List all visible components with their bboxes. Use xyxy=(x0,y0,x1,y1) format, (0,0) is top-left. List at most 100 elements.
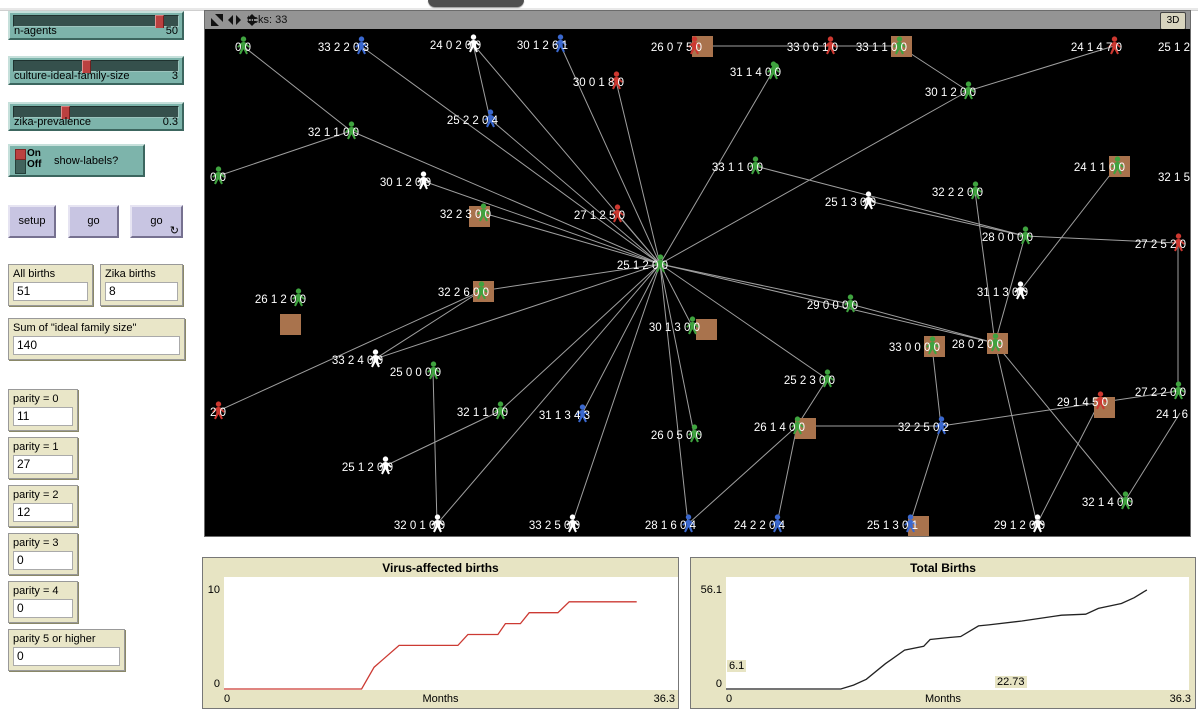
monitor-value: 8 xyxy=(105,282,178,301)
monitor-parity-2: parity = 2 12 xyxy=(8,485,78,527)
y-axis-max: 56.1 xyxy=(691,584,722,596)
plot-total-births: Total Births 56.1 0 6.1 22.73 0 Months 3… xyxy=(690,557,1196,709)
world-canvas[interactable]: 0 0 33 2 2 0 3 24 0 2 0 0 30 1 2 6 1 26 0 7 … xyxy=(205,29,1190,536)
plot-line xyxy=(726,590,1147,689)
agent-label: 31 1 3 4 3 xyxy=(539,410,590,422)
agent-label: 33 2 5 0 0 xyxy=(529,520,580,532)
agent-label: 29 0 0 0 0 xyxy=(807,300,858,312)
link-line xyxy=(660,264,694,434)
monitor-value: 140 xyxy=(13,336,180,355)
monitor-value: 11 xyxy=(13,407,73,426)
switch-knob[interactable] xyxy=(15,149,26,160)
link-line xyxy=(660,91,968,264)
agent-label: 33 0 0 0 0 xyxy=(889,342,940,354)
forever-icon: ↻ xyxy=(170,226,179,237)
plot-virus-affected-births: Virus-affected births 10 0 0 Months 36.3 xyxy=(202,557,679,709)
agent-label: 30 1 2 6 1 xyxy=(517,40,568,52)
monitor-value: 0 xyxy=(13,599,73,618)
agent-label: 29 1 4 5 0 xyxy=(1057,397,1108,409)
monitor-value: 0 xyxy=(13,647,120,666)
link-line xyxy=(385,411,500,466)
monitor-sum-ideal-family-size: Sum of "ideal family size" 140 xyxy=(8,318,185,360)
agent-label: 32 2 6 0 0 xyxy=(438,287,489,299)
agent-label: 28 1 6 0 4 xyxy=(645,520,696,532)
agent-label: 26 0 5 0 0 xyxy=(651,430,702,442)
agent-label: 31 1 4 0 0 xyxy=(730,67,781,79)
agent-label: 26 0 7 5 0 xyxy=(651,42,702,54)
link-line xyxy=(490,119,660,264)
horizontal-shift-icon[interactable] xyxy=(228,14,241,26)
monitor-value: 27 xyxy=(13,455,73,474)
house-icon xyxy=(280,314,301,335)
monitor-value: 12 xyxy=(13,503,73,522)
view-control-strip: ticks: 33 3D xyxy=(205,11,1190,29)
agent-label: 24 1 4 7 0 xyxy=(1071,42,1122,54)
plot-area xyxy=(224,577,678,690)
agent-label: 27 1 2 5 0 xyxy=(574,210,625,222)
link-line xyxy=(243,46,351,131)
resize-view-icon[interactable] xyxy=(211,14,223,26)
3d-button[interactable]: 3D xyxy=(1160,12,1186,30)
agent-label: 32 0 1 0 0 xyxy=(394,520,445,532)
monitor-parity-1: parity = 1 27 xyxy=(8,437,78,479)
agent-label: 27 2 2 0 0 xyxy=(1135,387,1186,399)
agent-label: 24 0 2 0 0 xyxy=(430,40,481,52)
monitor-zika-births: Zika births 8 xyxy=(100,264,183,306)
agent-label: 30 1 2 0 0 xyxy=(380,177,431,189)
link-line xyxy=(995,343,1037,524)
agent-label: 27 2 5 2 0 xyxy=(1135,239,1186,251)
link-line xyxy=(375,264,660,359)
link-line xyxy=(688,426,797,524)
setup-button[interactable]: setup xyxy=(8,205,56,238)
link-line xyxy=(437,264,660,524)
switch-off-label: Off xyxy=(27,159,41,170)
agent-label: 24 1 6 xyxy=(1156,409,1188,421)
link-line xyxy=(660,264,688,524)
plot-annotation: 22.73 xyxy=(995,676,1027,688)
monitor-parity-3: parity = 3 0 xyxy=(8,533,78,575)
agent-label: 28 0 0 0 0 xyxy=(982,232,1033,244)
y-axis-max: 10 xyxy=(203,584,220,596)
slider-label: zika-prevalence xyxy=(14,116,91,128)
slider-zika-prevalence[interactable]: zika-prevalence 0.3 xyxy=(8,102,184,131)
x-axis-max: 36.3 xyxy=(1170,693,1191,705)
window-tab-handle xyxy=(428,0,524,7)
slider-value: 50 xyxy=(166,25,178,37)
agent-label: 25 0 0 0 0 xyxy=(390,367,441,379)
link-line xyxy=(868,201,1025,236)
agent-label: 25 1 3 0 1 xyxy=(867,520,918,532)
agent-label: 33 2 2 0 3 xyxy=(318,42,369,54)
agent-label: 30 1 3 0 0 xyxy=(649,322,700,334)
agent-label: 32 1 4 0 0 xyxy=(1082,497,1133,509)
switch-show-labels[interactable]: On Off show-labels? xyxy=(8,144,145,177)
agent-label: 24 1 1 0 0 xyxy=(1074,162,1125,174)
agent-label: 32 2 3 0 0 xyxy=(440,209,491,221)
agent-label: 32 2 5 0 2 xyxy=(898,422,949,434)
agent-label: 33 0 6 1 0 xyxy=(787,42,838,54)
plot-title: Virus-affected births xyxy=(203,561,678,575)
agent-label: 30 0 1 8 0 xyxy=(573,77,624,89)
slider-value: 0.3 xyxy=(163,116,178,128)
slider-n-agents[interactable]: n-agents 50 xyxy=(8,11,184,40)
x-axis-label: Months xyxy=(691,693,1195,705)
agent-label: 25 1 3 0 0 xyxy=(825,197,876,209)
link-line xyxy=(975,191,995,343)
slider-label: n-agents xyxy=(14,25,57,37)
go-forever-button[interactable]: go ↻ xyxy=(130,205,183,238)
go-once-button[interactable]: go xyxy=(68,205,119,238)
plot-title: Total Births xyxy=(691,561,1195,575)
agent-label: 29 1 2 0 0 xyxy=(994,520,1045,532)
link-line xyxy=(433,371,437,524)
agent-label: 0 0 xyxy=(235,42,251,54)
agent-label: 28 0 2 0 0 xyxy=(952,339,1003,351)
link-line xyxy=(910,426,941,524)
monitor-parity-5-or-higher: parity 5 or higher 0 xyxy=(8,629,125,671)
switch-on-label: On xyxy=(27,148,41,159)
monitor-parity-4: parity = 4 0 xyxy=(8,581,78,623)
link-line xyxy=(995,343,1125,501)
slider-culture-ideal-family-size[interactable]: culture-ideal-family-size 3 xyxy=(8,56,184,85)
link-line xyxy=(1125,413,1180,501)
y-axis-min: 0 xyxy=(691,678,722,690)
switch-track[interactable] xyxy=(15,149,26,174)
plot-area xyxy=(726,577,1189,690)
